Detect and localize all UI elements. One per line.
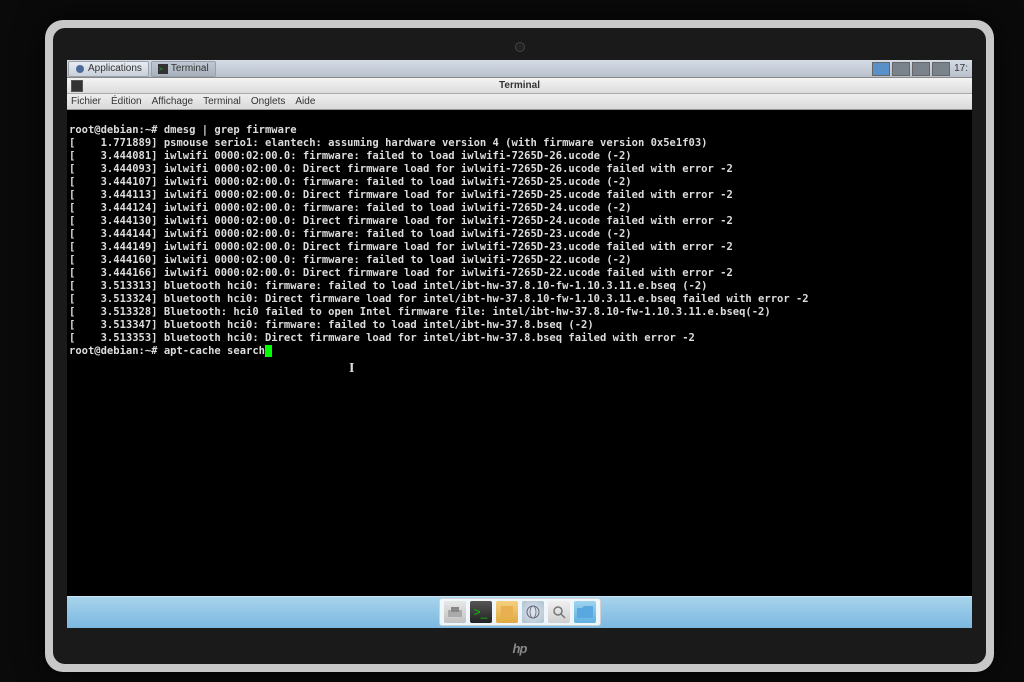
command-1: dmesg | grep firmware: [164, 124, 297, 136]
svg-text:>: >: [159, 67, 163, 73]
terminal-task-icon: >: [158, 64, 168, 74]
prompt: root@debian:~#: [69, 345, 158, 357]
workspace-3[interactable]: [912, 62, 930, 76]
output-line: [ 3.444160] iwlwifi 0000:02:00.0: firmwa…: [69, 254, 632, 266]
applications-label: Applications: [88, 63, 142, 74]
output-line: [ 3.513313] bluetooth hci0: firmware: fa…: [69, 280, 707, 292]
menu-terminal[interactable]: Terminal: [203, 96, 241, 107]
taskbar-terminal[interactable]: > Terminal: [151, 61, 216, 77]
output-line: [ 3.444144] iwlwifi 0000:02:00.0: firmwa…: [69, 228, 632, 240]
cursor-block: [265, 345, 272, 357]
window-title: Terminal: [499, 80, 540, 91]
text-cursor-icon: I: [349, 361, 354, 376]
workspace-4[interactable]: [932, 62, 950, 76]
menu-file[interactable]: Fichier: [71, 96, 101, 107]
menu-edit[interactable]: Édition: [111, 96, 142, 107]
output-line: [ 3.444107] iwlwifi 0000:02:00.0: firmwa…: [69, 176, 632, 188]
applications-menu[interactable]: Applications: [68, 61, 149, 77]
output-line: [ 3.444093] iwlwifi 0000:02:00.0: Direct…: [69, 163, 733, 175]
output-line: [ 3.444113] iwlwifi 0000:02:00.0: Direct…: [69, 189, 733, 201]
menu-bar: Fichier Édition Affichage Terminal Ongle…: [67, 94, 972, 110]
output-line: [ 3.444130] iwlwifi 0000:02:00.0: Direct…: [69, 215, 733, 227]
window-titlebar[interactable]: Terminal: [67, 78, 972, 94]
output-line: [ 3.444149] iwlwifi 0000:02:00.0: Direct…: [69, 241, 733, 253]
workspace-2[interactable]: [892, 62, 910, 76]
output-line: [ 3.444124] iwlwifi 0000:02:00.0: firmwa…: [69, 202, 632, 214]
terminal-window-icon: [71, 80, 83, 92]
terminal-output[interactable]: root@debian:~# dmesg | grep firmware [ 1…: [67, 110, 972, 628]
workspace-1[interactable]: [872, 62, 890, 76]
taskbar-terminal-label: Terminal: [171, 63, 209, 74]
output-line: [ 3.513353] bluetooth hci0: Direct firmw…: [69, 332, 695, 344]
output-line: [ 3.444081] iwlwifi 0000:02:00.0: firmwa…: [69, 150, 632, 162]
menu-help[interactable]: Aide: [295, 96, 315, 107]
laptop-frame: Applications > Terminal 17:: [45, 20, 994, 672]
menu-view[interactable]: Affichage: [152, 96, 194, 107]
panel-clock[interactable]: 17:: [950, 63, 972, 74]
output-line: [ 3.444166] iwlwifi 0000:02:00.0: Direct…: [69, 267, 733, 279]
xfce-icon: [75, 64, 85, 74]
output-line: [ 3.513328] Bluetooth: hci0 failed to op…: [69, 306, 771, 318]
output-line: [ 1.771889] psmouse serio1: elantech: as…: [69, 137, 707, 149]
prompt: root@debian:~#: [69, 124, 158, 136]
webcam: [515, 42, 525, 52]
hp-logo: hp: [513, 641, 527, 656]
system-tray: [872, 62, 950, 76]
top-panel: Applications > Terminal 17:: [67, 60, 972, 78]
output-line: [ 3.513324] bluetooth hci0: Direct firmw…: [69, 293, 809, 305]
command-2: apt-cache search: [164, 345, 265, 357]
output-line: [ 3.513347] bluetooth hci0: firmware: fa…: [69, 319, 594, 331]
menu-tabs[interactable]: Onglets: [251, 96, 285, 107]
laptop-bezel: Applications > Terminal 17:: [53, 28, 986, 664]
screen-content: Applications > Terminal 17:: [67, 60, 972, 628]
